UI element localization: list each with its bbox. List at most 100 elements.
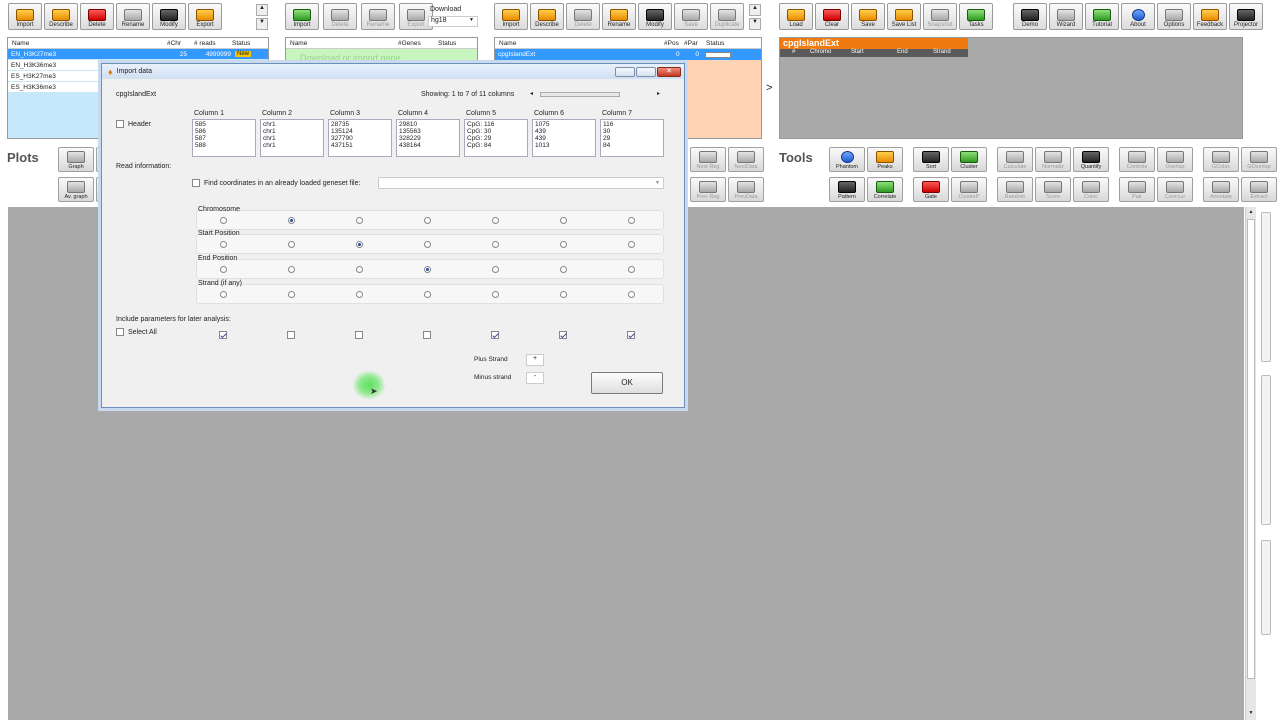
regions-toolbar-scroll[interactable]: ▲ ▼ — [749, 4, 761, 30]
rename-button[interactable]: Rename — [361, 3, 395, 30]
coloc-button[interactable]: Coloc — [1073, 177, 1109, 202]
include-column-checkbox[interactable] — [219, 331, 227, 339]
plus-strand-field[interactable]: + — [526, 354, 544, 366]
scrollbar-thumb[interactable] — [540, 92, 620, 97]
quantify-button[interactable]: Quantify — [1073, 147, 1109, 172]
dialog-titlebar[interactable]: ♦ Import data — [102, 64, 684, 79]
header-checkbox-row[interactable]: Header — [116, 120, 151, 128]
scrollbar-thumb[interactable] — [1247, 219, 1255, 679]
close-button[interactable]: ✕ — [657, 67, 681, 77]
clear-button[interactable]: Clear — [815, 3, 849, 30]
role-radio[interactable] — [220, 241, 227, 248]
role-radio[interactable] — [560, 266, 567, 273]
role-radio[interactable] — [424, 291, 431, 298]
delete-button[interactable]: Delete — [80, 3, 114, 30]
select-all-row[interactable]: Select All — [116, 328, 157, 336]
cooccur-button[interactable]: Cooccur — [1157, 177, 1193, 202]
col-chromo-header[interactable]: Chromo — [794, 49, 837, 57]
delete-button[interactable]: Delete — [566, 3, 600, 30]
export-button[interactable]: Export — [188, 3, 222, 30]
col-name-header[interactable]: Name — [495, 40, 660, 47]
import-button[interactable]: Import — [285, 3, 319, 30]
describe-button[interactable]: Describe — [530, 3, 564, 30]
prev-reg-button[interactable]: Prev Reg — [690, 177, 726, 202]
minus-strand-field[interactable]: - — [526, 372, 544, 384]
about-button[interactable]: About — [1121, 3, 1155, 30]
wizard-button[interactable]: Wizard — [1049, 3, 1083, 30]
include-column-checkbox[interactable] — [423, 331, 431, 339]
role-radio[interactable] — [492, 241, 499, 248]
delete-button[interactable]: Delete — [323, 3, 357, 30]
rename-button[interactable]: Rename — [602, 3, 636, 30]
right-edge-tab-3[interactable] — [1261, 540, 1271, 635]
normaliz-button[interactable]: Normaliz — [1035, 147, 1071, 172]
role-radio[interactable] — [288, 291, 295, 298]
role-radio[interactable] — [628, 291, 635, 298]
extract-button[interactable]: Extract — [1241, 177, 1277, 202]
include-column-checkbox[interactable] — [491, 331, 499, 339]
modify-button[interactable]: Modify — [638, 3, 672, 30]
reads-toolbar-scroll[interactable]: ▲ ▼ — [256, 4, 268, 30]
role-radio[interactable] — [492, 217, 499, 224]
col-genes-header[interactable]: #Genes — [394, 40, 434, 47]
workspace-scrollbar[interactable]: ▲ ▼ — [1245, 207, 1256, 720]
include-column-checkbox[interactable] — [559, 331, 567, 339]
role-radio[interactable] — [492, 266, 499, 273]
find-coords-checkbox[interactable] — [192, 179, 200, 187]
include-column-checkbox[interactable] — [287, 331, 295, 339]
role-radio[interactable] — [424, 241, 431, 248]
col-name-header[interactable]: Name — [286, 40, 394, 47]
right-edge-tab-1[interactable] — [1261, 212, 1271, 362]
col-par-header[interactable]: #Par — [680, 40, 702, 47]
next-data-button[interactable]: NextData — [728, 147, 764, 172]
random-button[interactable]: Random — [997, 177, 1033, 202]
pair-button[interactable]: Pair — [1119, 177, 1155, 202]
ok-button[interactable]: OK — [591, 372, 663, 394]
scroll-up-icon[interactable]: ▲ — [749, 4, 761, 16]
header-checkbox[interactable] — [116, 120, 124, 128]
minimize-button[interactable] — [615, 67, 635, 77]
col-end-header[interactable]: End — [883, 49, 919, 57]
col-chr-header[interactable]: #Chr — [163, 40, 190, 47]
feedback-button[interactable]: Feedback — [1193, 3, 1227, 30]
cluster-button[interactable]: Cluster — [951, 147, 987, 172]
score-button[interactable]: Score — [1035, 177, 1071, 202]
peaks-button[interactable]: Peaks — [867, 147, 903, 172]
role-radio[interactable] — [560, 217, 567, 224]
describe-button[interactable]: Describe — [44, 3, 78, 30]
col-pos-header[interactable]: #Pos — [660, 40, 680, 47]
col-start-header[interactable]: Start — [837, 49, 883, 57]
clusterp-button[interactable]: ClusterP — [951, 177, 987, 202]
overlap-button[interactable]: Overlap — [1157, 147, 1193, 172]
duplicate-button[interactable]: Duplicate — [710, 3, 744, 30]
regions-row[interactable]: cpgIslandExt 0 0 — [495, 49, 761, 60]
geneset-select[interactable]: ▼ — [378, 177, 664, 189]
modify-button[interactable]: Modify — [152, 3, 186, 30]
scroll-left-icon[interactable]: ◂ — [530, 90, 533, 97]
gate-button[interactable]: Gate — [913, 177, 949, 202]
demo-button[interactable]: Demo — [1013, 3, 1047, 30]
prev-data-button[interactable]: PrevData — [728, 177, 764, 202]
include-column-checkbox[interactable] — [627, 331, 635, 339]
select-all-checkbox[interactable] — [116, 328, 124, 336]
maximize-button[interactable] — [636, 67, 656, 77]
role-radio[interactable] — [288, 266, 295, 273]
col-strand-header[interactable]: Strand — [919, 49, 951, 57]
controls-button[interactable]: Controls — [1119, 147, 1155, 172]
role-radio[interactable] — [356, 266, 363, 273]
role-radio[interactable] — [220, 291, 227, 298]
role-radio[interactable] — [628, 241, 635, 248]
col-reads-header[interactable]: # reads — [190, 40, 228, 47]
role-radio[interactable] — [220, 266, 227, 273]
sort-button[interactable]: Sort — [913, 147, 949, 172]
find-coords-row[interactable]: Find coordinates in an already loaded ge… — [192, 179, 360, 187]
load-button[interactable]: Load — [779, 3, 813, 30]
phantom-button[interactable]: Phantom — [829, 147, 865, 172]
col-index-header[interactable]: # — [780, 49, 795, 57]
role-radio[interactable] — [356, 241, 363, 248]
calculate-button[interactable]: Calculate — [997, 147, 1033, 172]
role-radio[interactable] — [220, 217, 227, 224]
role-radio[interactable] — [560, 291, 567, 298]
save-button[interactable]: Save — [851, 3, 885, 30]
role-radio[interactable] — [628, 217, 635, 224]
